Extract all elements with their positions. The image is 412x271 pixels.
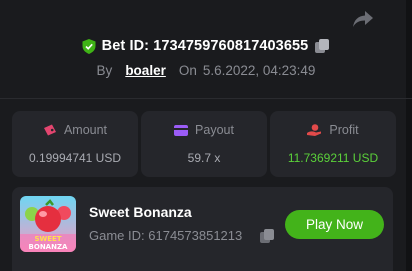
stat-amount-label: Amount <box>63 123 108 137</box>
stat-profit-value: 11.7369211 USD <box>287 151 379 165</box>
share-icon[interactable] <box>352 10 374 28</box>
stat-payout-label-row: Payout <box>141 123 267 137</box>
bet-id-value: 1734759760817403655 <box>153 38 309 54</box>
bet-date: 5.6.2022, 04:23:49 <box>202 62 316 78</box>
verified-shield-icon <box>82 38 96 54</box>
by-label: By <box>96 62 113 78</box>
game-thumbnail[interactable]: SWEET BONANZA <box>20 196 76 252</box>
game-title[interactable]: Sweet Bonanza <box>89 204 192 220</box>
wallet-icon <box>43 124 56 136</box>
stat-payout-value: 59.7 x <box>187 151 221 165</box>
bet-meta-row: By boaler On 5.6.2022, 04:23:49 <box>0 61 412 79</box>
stat-amount-value: 0.19994741 USD <box>28 151 122 165</box>
copy-icon[interactable] <box>314 38 330 54</box>
bet-id-text: Bet ID: 1734759760817403655 <box>102 38 309 54</box>
play-now-button[interactable]: Play Now <box>285 210 384 239</box>
svg-text:SWEET: SWEET <box>34 235 61 243</box>
game-id-value: 6174573851213 <box>148 228 243 243</box>
divider <box>0 98 412 99</box>
username-link[interactable]: boaler <box>125 63 166 78</box>
stat-profit-label-row: Profit <box>270 123 396 137</box>
bet-id-label: Bet ID: <box>101 38 150 54</box>
copy-game-id-icon[interactable] <box>259 228 275 244</box>
coins-hand-icon <box>307 124 322 136</box>
game-id-text: Game ID: 6174573851213 <box>89 228 242 243</box>
stat-payout-label: Payout <box>195 123 234 137</box>
stat-amount-label-row: Amount <box>12 123 138 137</box>
stat-profit: Profit 11.7369211 USD <box>270 111 396 177</box>
svg-text:BONANZA: BONANZA <box>29 243 68 251</box>
bet-id-row: Bet ID: 1734759760817403655 <box>0 36 412 56</box>
game-id-label: Game ID: <box>89 228 145 243</box>
stat-amount: Amount 0.19994741 USD <box>12 111 138 177</box>
game-card: SWEET BONANZA Sweet Bonanza Game ID: 617… <box>12 187 393 271</box>
card-icon <box>174 124 189 136</box>
on-label: On <box>178 62 197 78</box>
stat-profit-label: Profit <box>329 123 359 137</box>
stat-payout: Payout 59.7 x <box>141 111 267 177</box>
game-thumbnail-image: SWEET BONANZA <box>20 196 76 252</box>
